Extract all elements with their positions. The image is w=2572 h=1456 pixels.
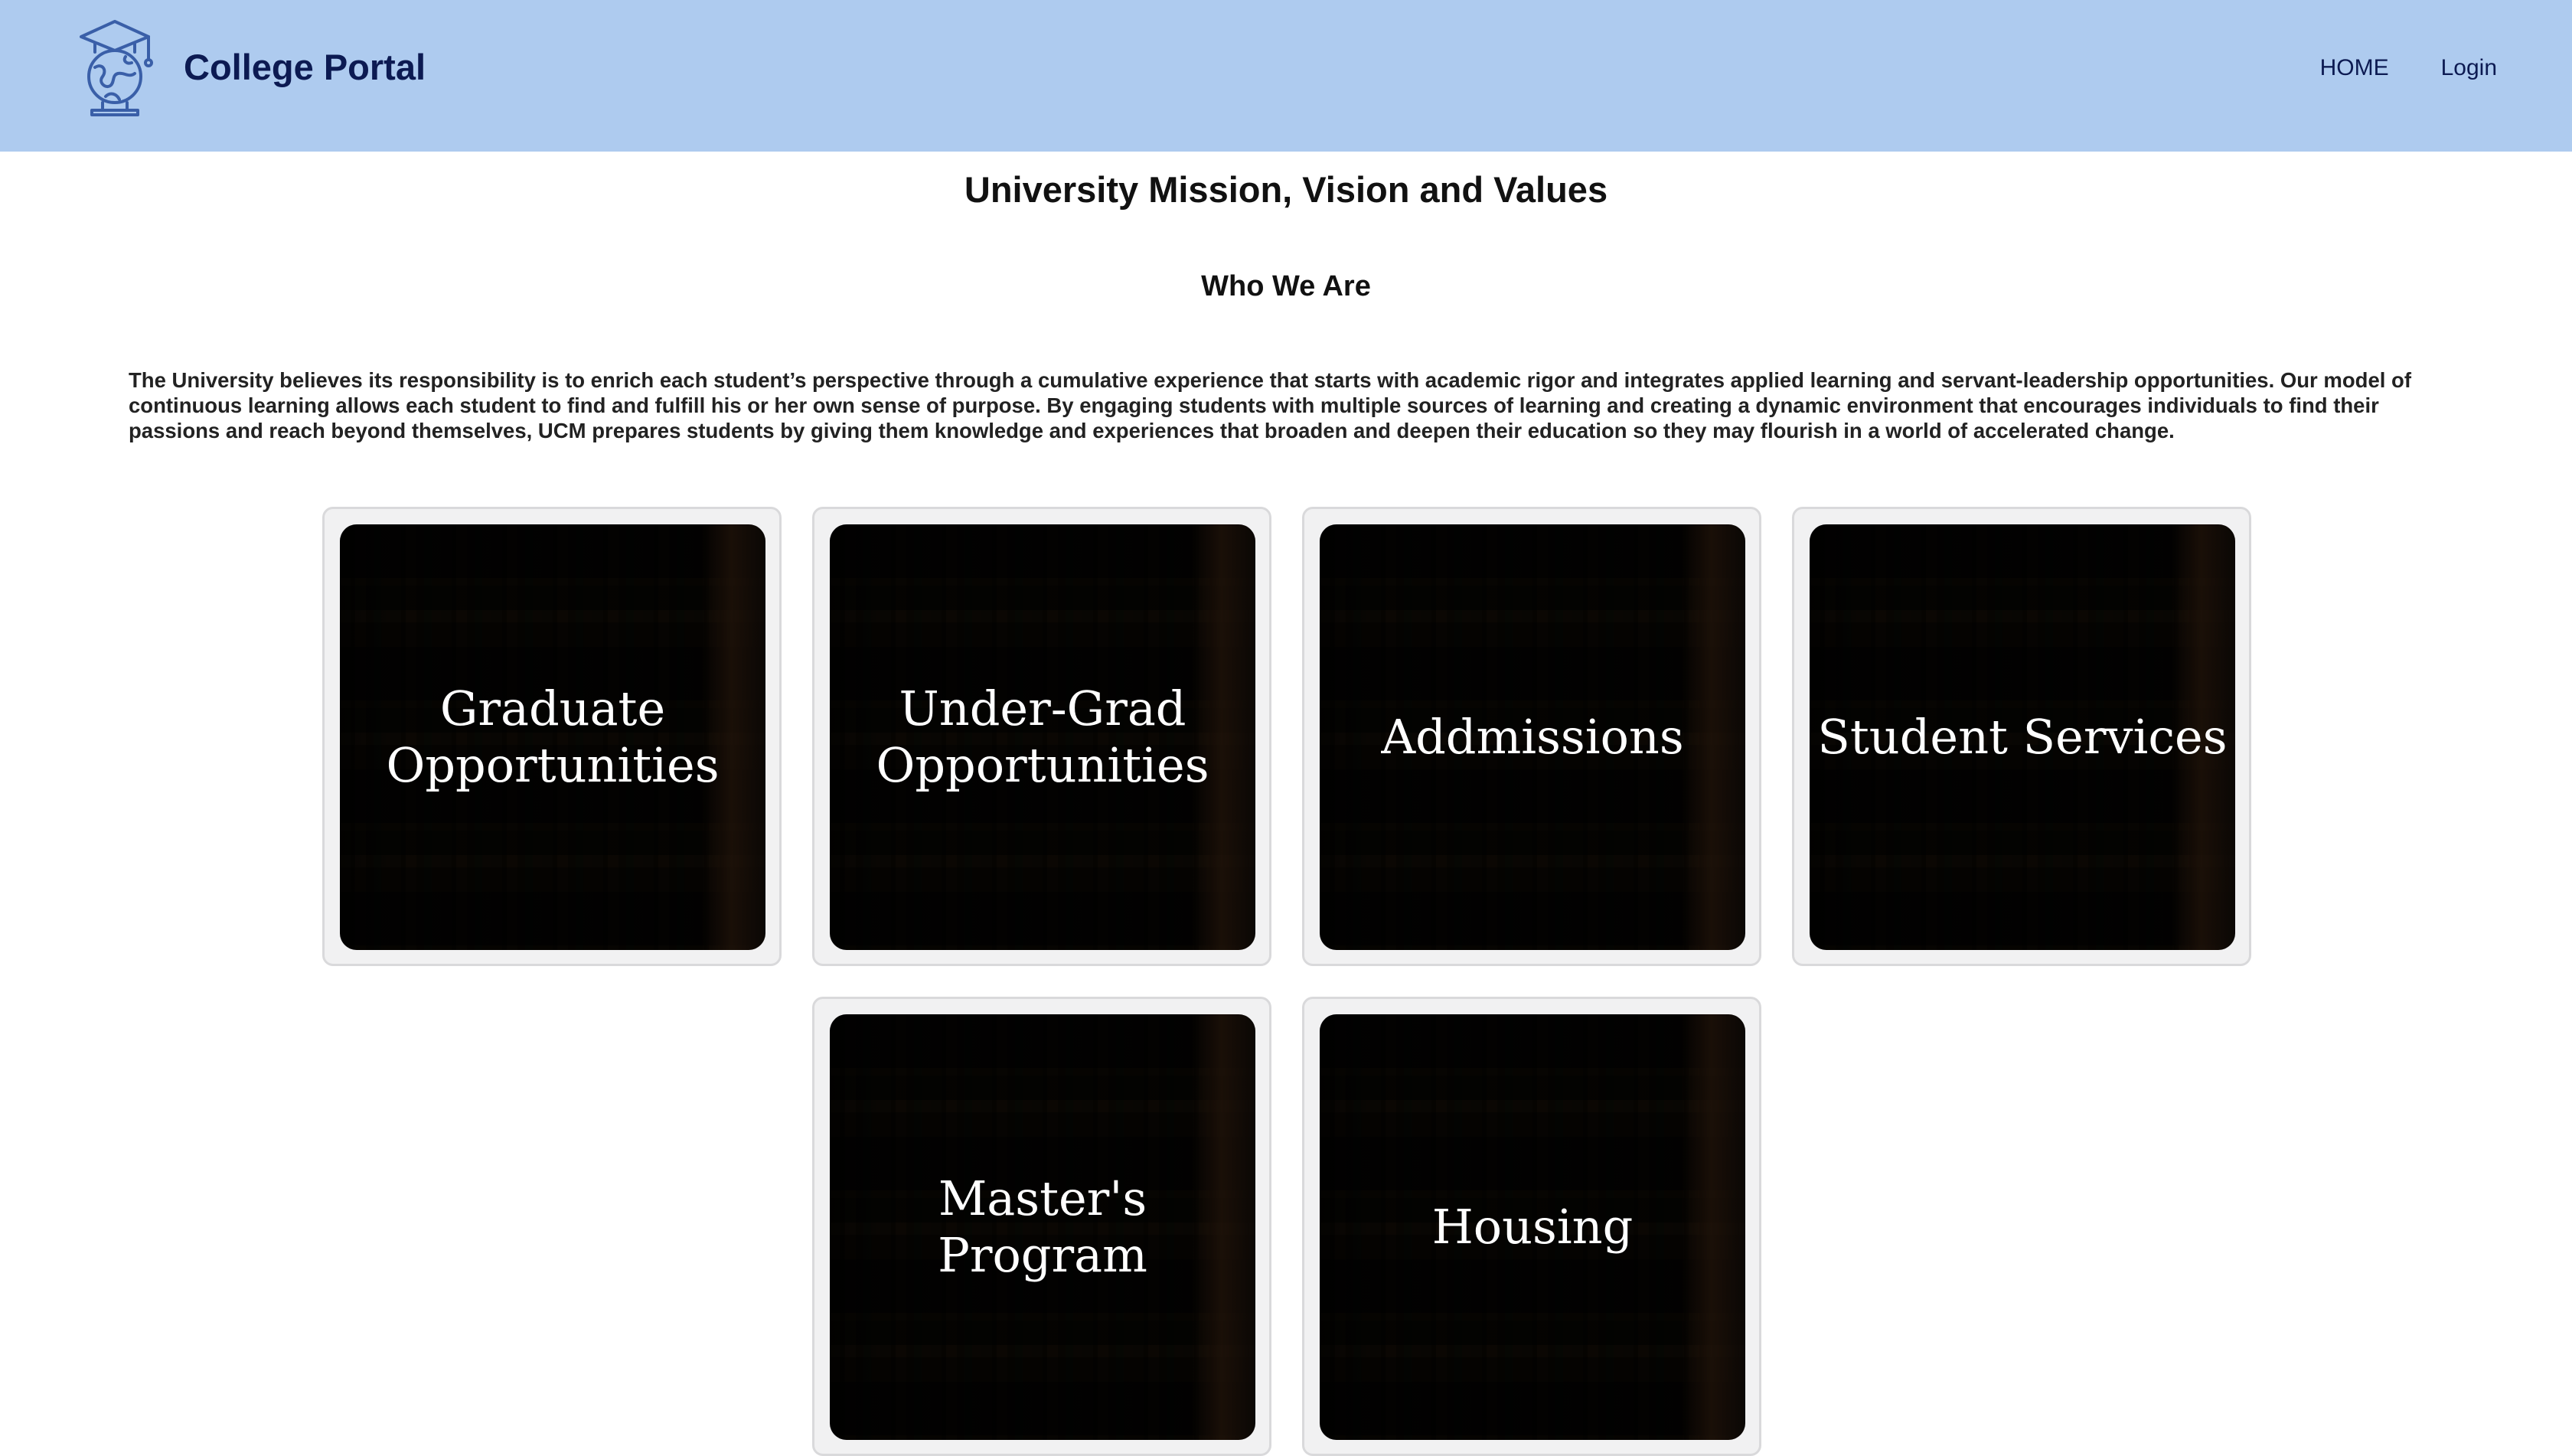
brand-name: College Portal xyxy=(184,46,426,87)
graduation-globe-icon xyxy=(80,20,153,116)
nav-links: HOME Login xyxy=(2320,55,2497,81)
card-label: Graduate Opportunities xyxy=(386,681,720,793)
brand[interactable]: College Portal xyxy=(72,17,426,116)
card-graduate-opportunities[interactable]: Graduate Opportunities xyxy=(322,507,782,966)
card-label: Student Services xyxy=(1817,709,2228,765)
card-label: Housing xyxy=(1431,1199,1634,1255)
card-admissions[interactable]: Addmissions xyxy=(1302,507,1761,966)
card-image: Housing xyxy=(1320,1014,1745,1440)
card-housing[interactable]: Housing xyxy=(1302,997,1761,1456)
page-title: University Mission, Vision and Values xyxy=(964,169,1608,210)
mission-statement: The University believes its responsibili… xyxy=(129,368,2411,442)
nav-login-link[interactable]: Login xyxy=(2441,55,2497,81)
card-image: Student Services xyxy=(1810,524,2235,950)
card-label: Addmissions xyxy=(1381,709,1684,765)
card-image: Under-Grad Opportunities xyxy=(830,524,1255,950)
card-masters-program[interactable]: Master's Program xyxy=(812,997,1271,1456)
card-label: Master's Program xyxy=(938,1170,1147,1283)
nav-home-link[interactable]: HOME xyxy=(2320,55,2389,81)
card-image: Master's Program xyxy=(830,1014,1255,1440)
card-student-services[interactable]: Student Services xyxy=(1792,507,2251,966)
section-subtitle: Who We Are xyxy=(1201,270,1371,302)
card-undergrad-opportunities[interactable]: Under-Grad Opportunities xyxy=(812,507,1271,966)
card-label: Under-Grad Opportunities xyxy=(876,681,1209,793)
card-image: Addmissions xyxy=(1320,524,1745,950)
navbar: College Portal HOME Login xyxy=(0,0,2572,152)
card-image: Graduate Opportunities xyxy=(340,524,765,950)
